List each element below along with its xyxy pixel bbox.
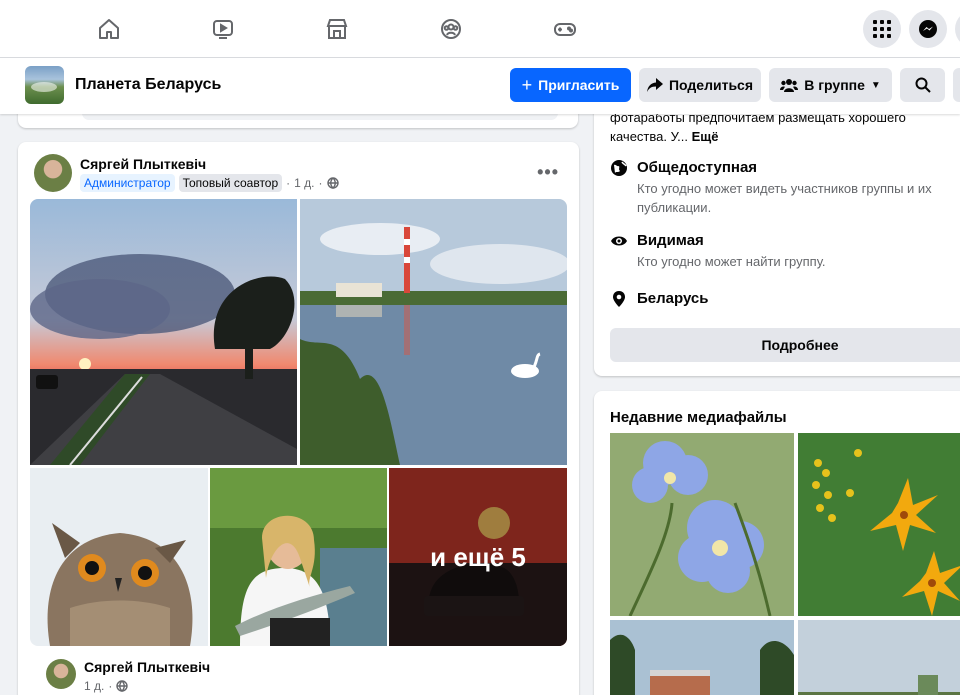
photo-woman-fish[interactable] (210, 468, 387, 646)
location-name[interactable]: Беларусь (637, 290, 709, 307)
more-photos-overlay[interactable]: и ещё 5 (389, 468, 567, 646)
visibility-description: Кто угодно может найти группу. (637, 254, 826, 269)
comment-author-avatar[interactable] (46, 659, 76, 689)
about-card: фотаработы предпочитаем размещать хороше… (594, 100, 960, 376)
post-meta: Администратор Топовый соавтор · 1 д. · (80, 174, 339, 192)
video-icon[interactable] (206, 12, 240, 46)
privacy-title: Общедоступная (637, 159, 758, 176)
location-pin-icon (613, 291, 625, 307)
author-avatar[interactable] (34, 154, 72, 192)
plus-icon: + (521, 75, 533, 95)
share-arrow-icon (646, 78, 663, 92)
post-options-icon[interactable]: ••• (537, 162, 559, 183)
account-avatar[interactable] (955, 10, 960, 48)
top-navigation (0, 0, 960, 58)
media-thumb-building[interactable] (610, 620, 794, 695)
photo-sunset-road[interactable] (30, 199, 297, 465)
photo-owl[interactable] (30, 468, 208, 646)
marketplace-icon[interactable] (320, 12, 354, 46)
privacy-description: Кто угодно может видеть участников групп… (637, 181, 932, 215)
privacy-public-row: Общедоступная Кто угодно может видеть уч… (610, 159, 960, 219)
recent-media-title: Недавние медиафайлы (610, 409, 787, 426)
post-card: Сяргей Плыткевіч Администратор Топовый с… (18, 142, 579, 695)
photo-lake-swan[interactable] (300, 199, 567, 465)
group-header-bar: Планета Беларусь + Пригласить Поделиться… (0, 58, 960, 114)
more-options-button[interactable] (953, 68, 960, 102)
search-icon (915, 77, 931, 93)
comment-author[interactable]: Сяргей Плыткевіч (84, 659, 210, 675)
messenger-icon[interactable] (909, 10, 947, 48)
menu-grid-icon[interactable] (863, 10, 901, 48)
members-icon (780, 79, 799, 92)
groups-icon[interactable] (434, 12, 468, 46)
separator: · (286, 176, 291, 190)
admin-badge[interactable]: Администратор (80, 174, 175, 192)
globe-icon (116, 680, 129, 692)
separator: · (318, 176, 323, 190)
home-icon[interactable] (92, 12, 126, 46)
details-button[interactable]: Подробнее (610, 328, 960, 362)
gaming-icon[interactable] (548, 12, 582, 46)
location-row: Беларусь (610, 290, 960, 312)
separator: · (108, 679, 113, 693)
post-time[interactable]: 1 д. (294, 176, 314, 190)
member-status-button[interactable]: В группе ▼ (769, 68, 892, 102)
globe-icon (611, 160, 627, 176)
media-thumb-blue-flowers[interactable] (610, 433, 794, 616)
top-contributor-badge[interactable]: Топовый соавтор (178, 174, 283, 192)
media-thumb-yellow-flowers[interactable] (798, 433, 960, 616)
search-button[interactable] (900, 68, 945, 102)
group-cover-thumbnail[interactable] (25, 66, 64, 104)
globe-icon (326, 177, 339, 189)
visibility-row: Видимая Кто угодно может найти группу. (610, 232, 960, 272)
caret-down-icon: ▼ (870, 79, 881, 91)
eye-icon (611, 236, 627, 246)
invite-button[interactable]: + Пригласить (510, 68, 631, 102)
media-thumb-landscape[interactable] (798, 620, 960, 695)
recent-media-card: Недавние медиафайлы (594, 391, 960, 695)
group-name[interactable]: Планета Беларусь (75, 76, 221, 94)
comment-meta: 1 д. · (84, 679, 129, 693)
post-author[interactable]: Сяргей Плыткевіч (80, 156, 206, 172)
share-button[interactable]: Поделиться (639, 68, 761, 102)
visibility-title: Видимая (637, 232, 704, 249)
photo-car-sunset[interactable]: и ещё 5 (389, 468, 567, 646)
comment-time[interactable]: 1 д. (84, 679, 104, 693)
photo-grid: и ещё 5 (30, 199, 567, 646)
see-more-link[interactable]: Ещё (692, 129, 719, 144)
